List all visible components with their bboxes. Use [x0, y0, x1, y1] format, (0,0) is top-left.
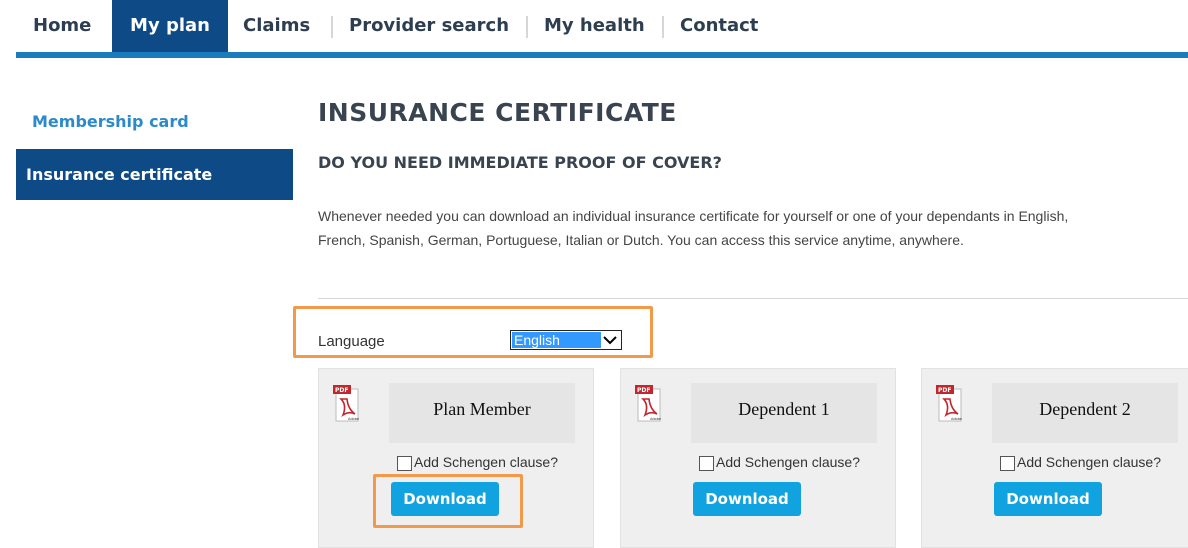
highlight-language-box: [293, 306, 653, 358]
svg-text:PDF: PDF: [335, 387, 348, 394]
schengen-checkbox-label: Add Schengen clause?: [716, 454, 860, 470]
nav-item-my-health[interactable]: My health: [544, 0, 645, 52]
schengen-checkbox[interactable]: [1000, 456, 1015, 471]
nav-item-home[interactable]: Home: [33, 0, 91, 52]
certificate-card-dependent-2: PDF Adobe Dependent 2 Add Schengen claus…: [921, 368, 1188, 548]
svg-text:Adobe: Adobe: [951, 417, 962, 421]
download-button[interactable]: Download: [994, 482, 1102, 516]
page-title: INSURANCE CERTIFICATE: [318, 98, 677, 127]
highlight-download-box: [373, 474, 523, 528]
pdf-icon: PDF Adobe: [333, 385, 359, 422]
description-line-2: French, Spanish, German, Portuguese, Ita…: [318, 232, 964, 248]
schengen-checkbox-label: Add Schengen clause?: [1017, 454, 1161, 470]
sidebar-item-membership-card[interactable]: Membership card: [32, 112, 189, 131]
card-name: Dependent 2: [1039, 399, 1131, 419]
card-name-box: Dependent 2: [992, 383, 1178, 443]
pdf-icon: PDF Adobe: [635, 385, 661, 422]
nav-separator: [331, 16, 333, 38]
description-line-1: Whenever needed you can download an indi…: [318, 208, 1069, 224]
nav-separator: [662, 16, 664, 38]
nav-underline: [16, 52, 1188, 58]
schengen-checkbox[interactable]: [397, 456, 412, 471]
card-name-box: Dependent 1: [691, 383, 877, 443]
top-navigation: Home My plan Claims Provider search My h…: [0, 0, 1188, 52]
nav-separator: [526, 16, 528, 38]
nav-item-claims[interactable]: Claims: [243, 0, 310, 52]
nav-item-contact[interactable]: Contact: [680, 0, 758, 52]
certificate-card-dependent-1: PDF Adobe Dependent 1 Add Schengen claus…: [620, 368, 896, 548]
download-button[interactable]: Download: [693, 482, 801, 516]
svg-text:Adobe: Adobe: [348, 417, 359, 421]
card-name-box: Plan Member: [389, 383, 575, 443]
divider: [318, 298, 1188, 299]
description-paragraph: Whenever needed you can download an indi…: [318, 204, 1188, 252]
schengen-checkbox[interactable]: [699, 456, 714, 471]
svg-text:Adobe: Adobe: [650, 417, 661, 421]
nav-item-my-plan[interactable]: My plan: [112, 0, 228, 52]
svg-text:PDF: PDF: [637, 387, 650, 394]
section-subtitle: DO YOU NEED IMMEDIATE PROOF OF COVER?: [318, 153, 722, 172]
schengen-checkbox-label: Add Schengen clause?: [414, 454, 558, 470]
sidebar-item-insurance-certificate[interactable]: Insurance certificate: [16, 149, 293, 200]
card-name: Plan Member: [433, 399, 531, 419]
card-name: Dependent 1: [738, 399, 830, 419]
svg-text:PDF: PDF: [938, 387, 951, 394]
pdf-icon: PDF Adobe: [936, 385, 962, 422]
nav-item-provider-search[interactable]: Provider search: [349, 0, 509, 52]
